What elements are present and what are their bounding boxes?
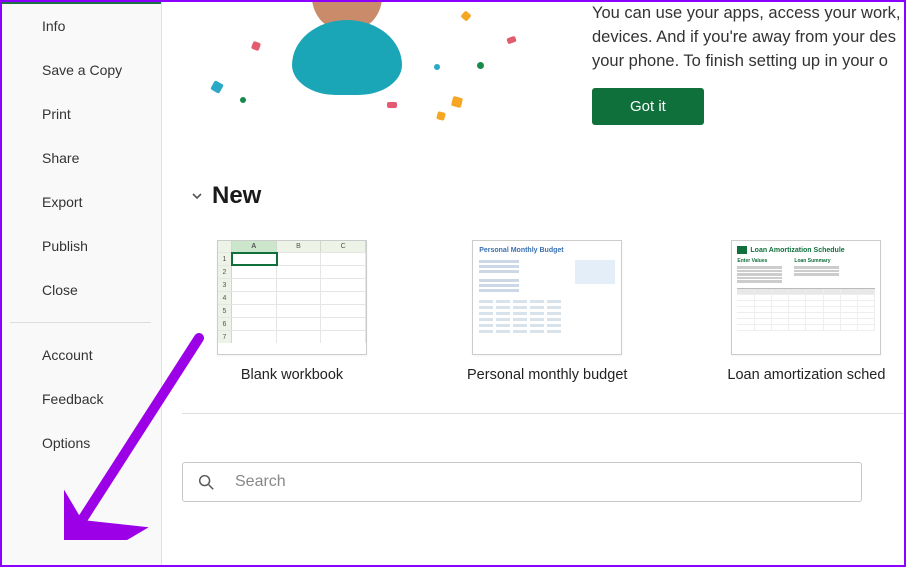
new-section-header[interactable]: New: [190, 182, 904, 210]
template-thumb-blank: A B C 1 2 3 4 5 6 7: [217, 240, 367, 355]
sidebar-item-publish[interactable]: Publish: [2, 224, 161, 268]
bank-icon: [737, 246, 747, 254]
section-title-new: New: [212, 182, 261, 210]
search-icon: [197, 473, 215, 491]
sidebar-item-share[interactable]: Share: [2, 136, 161, 180]
divider: [182, 413, 904, 414]
sidebar-item-close[interactable]: Close: [2, 268, 161, 312]
sidebar-item-info[interactable]: Info: [2, 4, 161, 48]
search-box[interactable]: [182, 462, 862, 502]
sidebar-item-account[interactable]: Account: [2, 333, 161, 377]
template-thumb-loan: Loan Amortization Schedule Enter Values …: [731, 240, 881, 355]
sidebar-divider: [10, 322, 151, 323]
chevron-down-icon: [190, 189, 204, 203]
template-personal-budget[interactable]: Personal Monthly Budget: [467, 240, 627, 383]
sidebar-item-feedback[interactable]: Feedback: [2, 377, 161, 421]
template-label: Loan amortization sched: [727, 367, 885, 383]
got-it-button[interactable]: Got it: [592, 88, 704, 125]
search-input[interactable]: [235, 473, 847, 491]
backstage-sidebar: Info Save a Copy Print Share Export Publ…: [2, 2, 162, 565]
sidebar-item-print[interactable]: Print: [2, 92, 161, 136]
main-content: You can use your apps, access your work,…: [162, 2, 904, 565]
template-label: Personal monthly budget: [467, 367, 627, 383]
promo-text: You can use your apps, access your work,…: [592, 2, 904, 74]
template-thumb-budget: Personal Monthly Budget: [472, 240, 622, 355]
promo-banner: You can use your apps, access your work,…: [182, 2, 904, 132]
template-blank-workbook[interactable]: A B C 1 2 3 4 5 6 7 Blank workbook: [217, 240, 367, 383]
templates-row: A B C 1 2 3 4 5 6 7 Blank workbook: [182, 240, 904, 383]
sidebar-item-options[interactable]: Options: [2, 421, 161, 465]
sidebar-item-save-copy[interactable]: Save a Copy: [2, 48, 161, 92]
template-label: Blank workbook: [241, 367, 343, 383]
template-loan-amortization[interactable]: Loan Amortization Schedule Enter Values …: [727, 240, 885, 383]
sidebar-item-export[interactable]: Export: [2, 180, 161, 224]
promo-illustration: [182, 2, 562, 122]
